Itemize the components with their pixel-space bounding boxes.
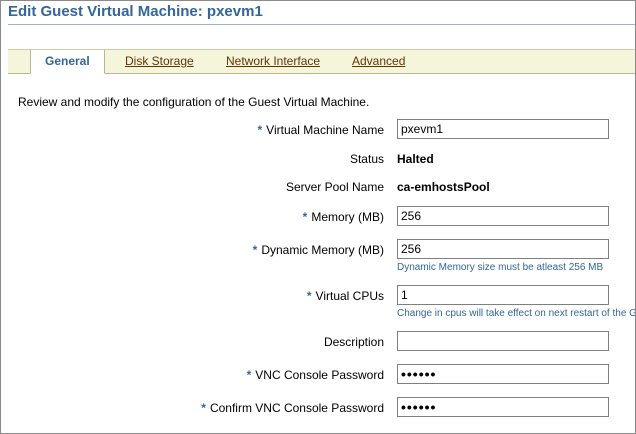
dynamic-memory-label-text: Dynamic Memory (MB) xyxy=(261,243,384,257)
vcpus-row: *Virtual CPUs Change in cpus will take e… xyxy=(1,285,635,319)
tab-disk-storage[interactable]: Disk Storage xyxy=(125,50,194,73)
vcpus-input[interactable] xyxy=(397,285,609,305)
tab-advanced[interactable]: Advanced xyxy=(352,50,405,73)
dynamic-memory-label: * Dynamic Memory (MB) xyxy=(253,243,384,257)
vcpus-hint: Change in cpus will take effect on next … xyxy=(397,308,635,319)
confirm-vnc-password-label: * Confirm VNC Console Password xyxy=(201,401,384,415)
memory-label: * Memory (MB) xyxy=(303,210,384,224)
vnc-password-input[interactable] xyxy=(397,364,609,384)
memory-label-text: Memory (MB) xyxy=(311,210,384,224)
status-row: Status Halted xyxy=(1,148,635,170)
required-marker: * xyxy=(252,243,258,257)
vm-name-label: * Virtual Machine Name xyxy=(257,123,384,137)
description-row: Description xyxy=(1,331,635,353)
vnc-password-row: * VNC Console Password xyxy=(1,364,635,386)
vcpus-label: * Virtual CPUs xyxy=(307,289,384,303)
title-divider xyxy=(8,24,635,25)
vnc-password-label-text: VNC Console Password xyxy=(255,368,384,382)
server-pool-label: Server Pool Name xyxy=(285,180,384,194)
required-marker: * xyxy=(246,368,252,382)
memory-row: * Memory (MB) xyxy=(1,206,635,228)
page-title: Edit Guest Virtual Machine: pxevm1 xyxy=(8,3,263,20)
memory-input[interactable] xyxy=(397,206,609,226)
vm-name-input[interactable] xyxy=(397,119,609,139)
confirm-vnc-password-row: * Confirm VNC Console Password xyxy=(1,397,635,419)
vm-name-row: * Virtual Machine Name xyxy=(1,119,635,141)
required-marker: * xyxy=(257,123,263,137)
required-marker: * xyxy=(306,289,312,303)
tab-general[interactable]: General xyxy=(30,50,105,74)
vm-name-label-text: Virtual Machine Name xyxy=(266,123,384,137)
confirm-vnc-password-label-text: Confirm VNC Console Password xyxy=(209,401,384,415)
description-input[interactable] xyxy=(397,331,609,351)
vnc-password-label: * VNC Console Password xyxy=(247,368,384,382)
dynamic-memory-hint: Dynamic Memory size must be atleast 256 … xyxy=(397,262,604,273)
vcpus-label-text: Virtual CPUs xyxy=(315,289,384,303)
confirm-vnc-password-input[interactable] xyxy=(397,397,609,417)
tab-network-interface[interactable]: Network Interface xyxy=(226,50,320,73)
edit-vm-panel: Edit Guest Virtual Machine: pxevm1 Gener… xyxy=(0,0,636,434)
dynamic-memory-row: *Dynamic Memory (MB) Dynamic Memory size… xyxy=(1,239,635,273)
server-pool-row: Server Pool Name ca-emhostsPool xyxy=(1,176,635,198)
status-label: Status xyxy=(349,152,384,166)
intro-text: Review and modify the configuration of t… xyxy=(18,95,370,109)
required-marker: * xyxy=(201,401,206,415)
required-marker: * xyxy=(302,210,308,224)
dynamic-memory-input[interactable] xyxy=(397,239,609,259)
server-pool-value: ca-emhostsPool xyxy=(397,180,490,194)
description-label: Description xyxy=(323,335,384,349)
status-value: Halted xyxy=(397,152,434,166)
tab-bar: General Disk Storage Network Interface A… xyxy=(8,49,635,74)
